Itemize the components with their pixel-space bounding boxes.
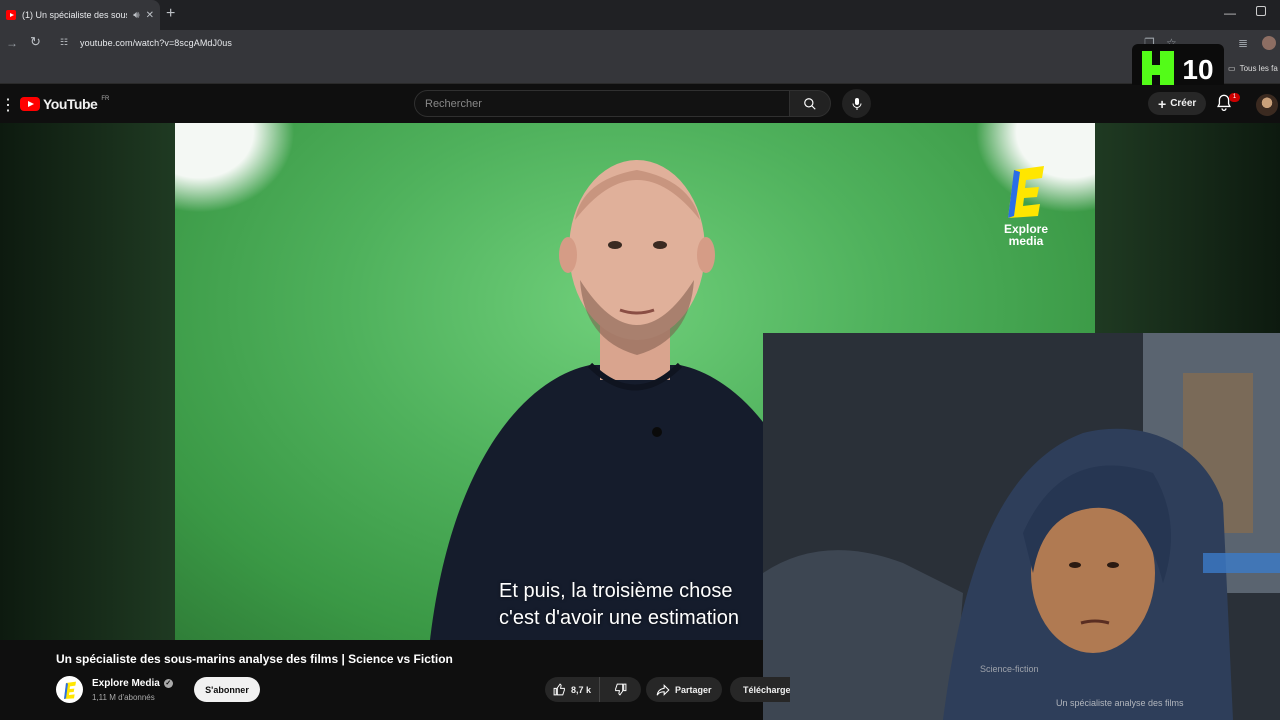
folder-icon: ▭ [1228,64,1236,73]
back-arrow-icon[interactable]: → [6,36,18,50]
explore-media-logo-icon [1008,166,1044,218]
country-code: FR [101,96,110,102]
like-dislike-group: 8,7 k [545,677,641,702]
thumbs-up-icon [553,683,565,696]
subscribe-button[interactable]: S'abonner [194,677,260,702]
suggestion-chips: Science-fiction [980,664,1220,674]
like-button[interactable]: 8,7 k [545,677,601,702]
account-avatar[interactable] [1256,94,1278,116]
media-controls-icon[interactable]: ≣ [1238,36,1248,50]
maximize-window-icon[interactable] [1256,6,1266,16]
tab-title: (1) Un spécialiste des sous- [22,10,128,20]
watermark-line2: media [1008,234,1044,248]
search-button[interactable] [789,90,831,117]
channel-name-text: Explore Media [92,678,160,689]
explore-media-channel-icon [63,681,76,699]
ambient-background-right [1095,123,1280,333]
share-arrow-icon [656,683,670,696]
site-info-icon[interactable]: ☷ [60,37,70,49]
chip-science-fiction[interactable]: Science-fiction [980,664,1039,674]
download-label: Télécharger [743,684,790,695]
voice-search-button[interactable] [842,89,871,118]
suggested-video-title[interactable]: Un spécialiste analyse des films [1056,698,1184,708]
bookmarks-folder[interactable]: ▭ Tous les fa [1228,64,1278,73]
channel-name[interactable]: Explore Media ✓ [92,678,173,689]
share-label: Partager [675,684,712,695]
new-tab-button[interactable]: + [166,5,175,23]
share-button[interactable]: Partager [646,677,722,702]
subtitle-line-2: c'est d'avoir une estimation [499,607,739,629]
hamburger-menu-icon[interactable]: ⋮ [0,95,16,115]
search-placeholder: Rechercher [425,97,482,110]
video-title: Un spécialiste des sous-marins analyse d… [56,652,453,666]
explore-media-watermark: Explore media [996,164,1056,247]
youtube-play-icon [20,97,40,111]
url-field[interactable]: youtube.com/watch?v=8scgAMdJ0us [80,38,232,48]
video-subtitles: Et puis, la troisième chose c'est d'avoi… [499,578,739,632]
youtube-favicon-icon [6,10,16,20]
search-input[interactable]: Rechercher [414,90,790,117]
bookmarks-folder-label: Tous les fa [1239,64,1278,73]
search-icon [804,97,816,110]
like-count: 8,7 k [571,684,592,695]
kick-logo-icon [1142,51,1175,89]
create-label: Créer [1170,98,1197,109]
bookmarks-bar [0,58,1280,84]
reload-icon[interactable]: ↻ [30,34,41,50]
channel-avatar[interactable] [56,676,83,703]
browser-profile-icon[interactable] [1262,36,1276,50]
speaker-icon[interactable]: 🔊︎ [133,10,139,21]
tab-close-icon[interactable]: ✕ [146,10,154,21]
minimize-window-icon[interactable]: — [1224,6,1236,20]
youtube-wordmark: YouTube [43,96,98,112]
dislike-button[interactable] [600,677,641,702]
plus-icon: + [1158,95,1167,112]
ambient-background-left [0,123,175,640]
browser-tab-bar [0,0,1280,30]
thumbs-down-icon [615,683,627,696]
download-button[interactable]: Télécharger [730,677,790,702]
verified-icon: ✓ [163,679,173,688]
youtube-logo[interactable]: YouTube FR [20,96,109,112]
microphone-icon [852,97,861,110]
studio-light-left [175,123,295,213]
subtitle-line-1: Et puis, la troisième chose [499,580,733,602]
create-button[interactable]: + Créer [1148,92,1207,115]
streamer-webcam-overlay [763,333,1280,720]
subscriber-count: 1,11 M d'abonnés [92,693,155,702]
notification-count-badge: 1 [1229,93,1240,102]
kick-badge-count: 10 [1182,54,1214,85]
browser-tab-active[interactable]: (1) Un spécialiste des sous- 🔊︎ ✕ [0,0,160,30]
